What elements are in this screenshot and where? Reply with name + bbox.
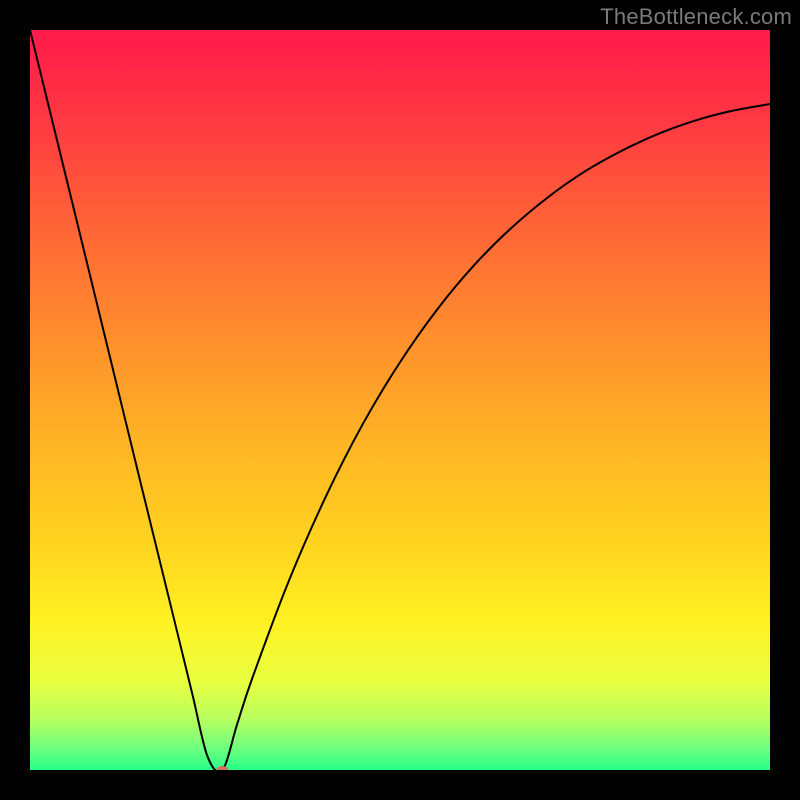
chart-svg (30, 30, 770, 770)
gradient-backdrop (30, 30, 770, 770)
plot-area (30, 30, 770, 770)
chart-container: TheBottleneck.com (0, 0, 800, 800)
watermark-text: TheBottleneck.com (600, 4, 792, 30)
